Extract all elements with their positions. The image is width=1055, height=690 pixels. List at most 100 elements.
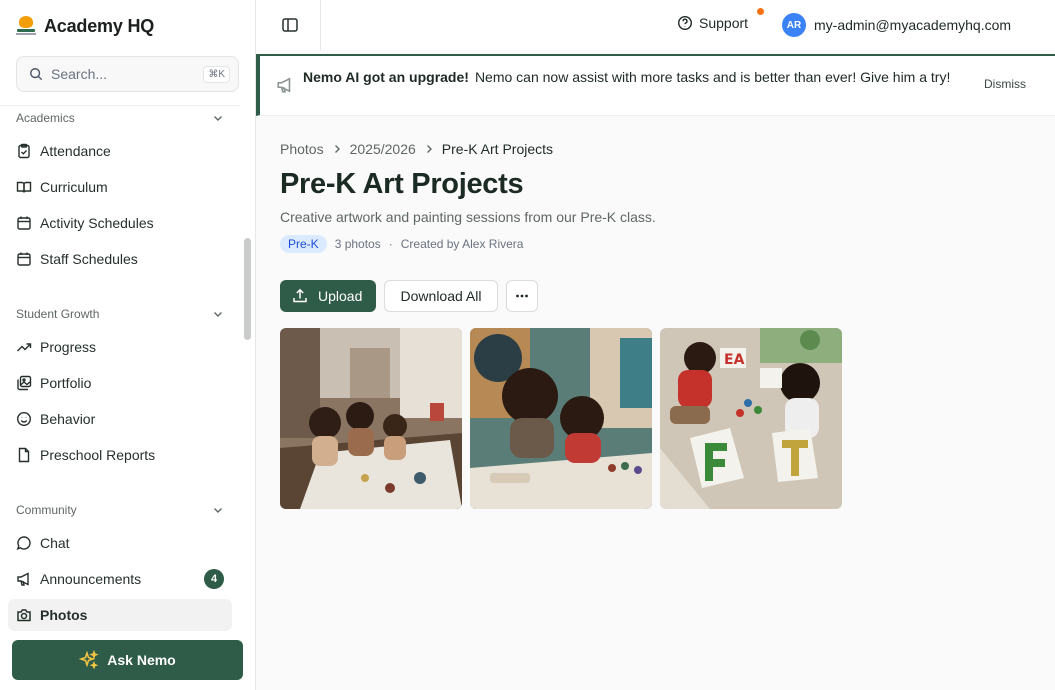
photo-floor-painting[interactable]: EA <box>660 328 842 509</box>
sidebar-item-behavior[interactable]: Behavior <box>8 403 232 435</box>
photo-count: 3 photos <box>334 237 381 251</box>
more-options-button[interactable] <box>506 280 538 312</box>
user-email: my-admin@myacademyhq.com <box>814 17 1012 33</box>
breadcrumb: Photos 2025/2026 Pre-K Art Projects <box>280 141 553 157</box>
more-horizontal-icon <box>516 294 528 298</box>
book-open-icon <box>16 181 32 193</box>
sidebar-item-chat[interactable]: Chat <box>8 527 232 559</box>
chat-bubble-icon <box>16 536 31 551</box>
section-academics[interactable]: Academics <box>16 111 224 125</box>
sidebar-item-staff-schedules[interactable]: Staff Schedules <box>8 243 232 275</box>
sidebar-item-preschool-reports[interactable]: Preschool Reports <box>8 439 232 471</box>
help-circle-icon <box>677 15 693 31</box>
sparkles-icon <box>79 650 99 670</box>
brand[interactable]: Academy HQ <box>16 12 154 40</box>
search-shortcut: ⌘K <box>203 65 230 83</box>
section-student-growth[interactable]: Student Growth <box>16 307 224 321</box>
megaphone-icon <box>277 77 291 93</box>
download-all-button[interactable]: Download All <box>384 280 498 312</box>
chevron-down-icon <box>214 312 222 317</box>
sidebar-item-announcements[interactable]: Announcements 4 <box>8 563 232 595</box>
sidebar-item-portfolio[interactable]: Portfolio <box>8 367 232 399</box>
upload-label: Upload <box>318 288 363 304</box>
sidebar-item-progress[interactable]: Progress <box>8 331 232 363</box>
sidebar-scrollbar[interactable] <box>244 238 251 340</box>
app-name: Academy HQ <box>44 15 155 36</box>
sidebar-item-label: Curriculum <box>40 179 108 195</box>
upgrade-banner: Nemo AI got an upgrade! Nemo can now assi… <box>256 54 1055 116</box>
avatar: AR <box>782 13 806 37</box>
notification-dot <box>757 8 764 15</box>
created-by: Created by Alex Rivera <box>400 237 524 251</box>
camera-icon <box>17 609 31 622</box>
meta-separator: · <box>388 237 393 251</box>
support-label: Support <box>699 15 749 31</box>
section-title: Community <box>16 503 77 517</box>
photo-art-table[interactable] <box>280 328 462 509</box>
chevron-right-icon <box>334 145 340 153</box>
announcements-count-badge: 4 <box>204 569 224 589</box>
sidebar-item-label: Progress <box>40 339 97 355</box>
banner-message: Nemo can now assist with more tasks and … <box>474 69 951 85</box>
photo-painting-girls[interactable] <box>470 328 652 509</box>
photo-painting-girls-image <box>470 328 652 509</box>
photo-floor-painting-image: EA <box>660 328 842 509</box>
sidebar-item-label: Preschool Reports <box>40 447 156 463</box>
topbar-divider <box>320 0 321 50</box>
chevron-down-icon <box>214 116 222 121</box>
ask-nemo-label: Ask Nemo <box>107 652 176 668</box>
sidebar-toggle-icon[interactable] <box>280 15 300 35</box>
trending-up-icon <box>17 343 32 352</box>
album-actions: Upload Download All <box>280 280 538 312</box>
breadcrumb-year[interactable]: 2025/2026 <box>350 141 416 157</box>
photo-gallery: EA <box>280 328 842 509</box>
sidebar-item-label: Activity Schedules <box>40 215 154 231</box>
sidebar-item-label: Chat <box>40 535 70 551</box>
chevron-right-icon <box>426 145 432 153</box>
calendar-icon <box>17 252 31 266</box>
upload-icon <box>293 288 307 303</box>
section-community[interactable]: Community <box>16 503 224 517</box>
sidebar-item-label: Staff Schedules <box>40 251 138 267</box>
sidebar-item-label: Attendance <box>40 143 111 159</box>
sidebar: Academy HQ Search... ⌘K Academics Attend… <box>0 0 256 690</box>
ask-nemo-button[interactable]: Ask Nemo <box>12 640 243 680</box>
breadcrumb-photos[interactable]: Photos <box>280 141 324 157</box>
photo-art-table-image <box>280 328 462 509</box>
section-title: Student Growth <box>16 307 100 321</box>
sidebar-item-label: Announcements <box>40 571 142 587</box>
upload-button[interactable]: Upload <box>280 280 376 312</box>
sidebar-nav[interactable]: Academics Attendance Curriculum Activity… <box>0 105 240 635</box>
sidebar-item-photos[interactable]: Photos <box>8 599 232 631</box>
sidebar-item-label: Photos <box>40 607 88 623</box>
top-bar: Support AR my-admin@myacademyhq.com <box>256 0 1055 50</box>
sidebar-item-label: Behavior <box>40 411 96 427</box>
svg-text:EA: EA <box>724 352 745 368</box>
academy-logo <box>16 14 36 38</box>
sidebar-item-activity-schedules[interactable]: Activity Schedules <box>8 207 232 239</box>
class-tag: Pre-K <box>280 235 327 253</box>
search-input[interactable]: Search... ⌘K <box>16 56 239 92</box>
file-icon <box>18 447 30 463</box>
megaphone-icon <box>17 572 29 586</box>
chevron-down-icon <box>214 508 222 513</box>
section-title: Academics <box>16 111 75 125</box>
banner-text: Nemo AI got an upgrade! Nemo can now assi… <box>303 67 965 87</box>
album-description: Creative artwork and painting sessions f… <box>280 209 656 225</box>
search-icon <box>30 68 43 81</box>
sidebar-item-label: Portfolio <box>40 375 92 391</box>
sidebar-item-curriculum[interactable]: Curriculum <box>8 171 232 203</box>
page-title: Pre-K Art Projects <box>280 168 524 200</box>
dismiss-button[interactable]: Dismiss <box>984 77 1026 91</box>
calendar-icon <box>17 216 31 230</box>
banner-title: Nemo AI got an upgrade! <box>303 69 469 85</box>
search-placeholder: Search... <box>51 66 108 82</box>
user-menu[interactable]: AR my-admin@myacademyhq.com <box>782 13 1011 37</box>
clipboard-check-icon <box>18 143 30 159</box>
sidebar-item-attendance[interactable]: Attendance <box>8 135 232 167</box>
breadcrumb-current: Pre-K Art Projects <box>441 141 554 157</box>
support-button[interactable]: Support <box>677 15 748 31</box>
album-meta: Pre-K 3 photos · Created by Alex Rivera <box>280 235 523 253</box>
smile-icon <box>16 411 32 427</box>
images-icon <box>17 375 32 391</box>
